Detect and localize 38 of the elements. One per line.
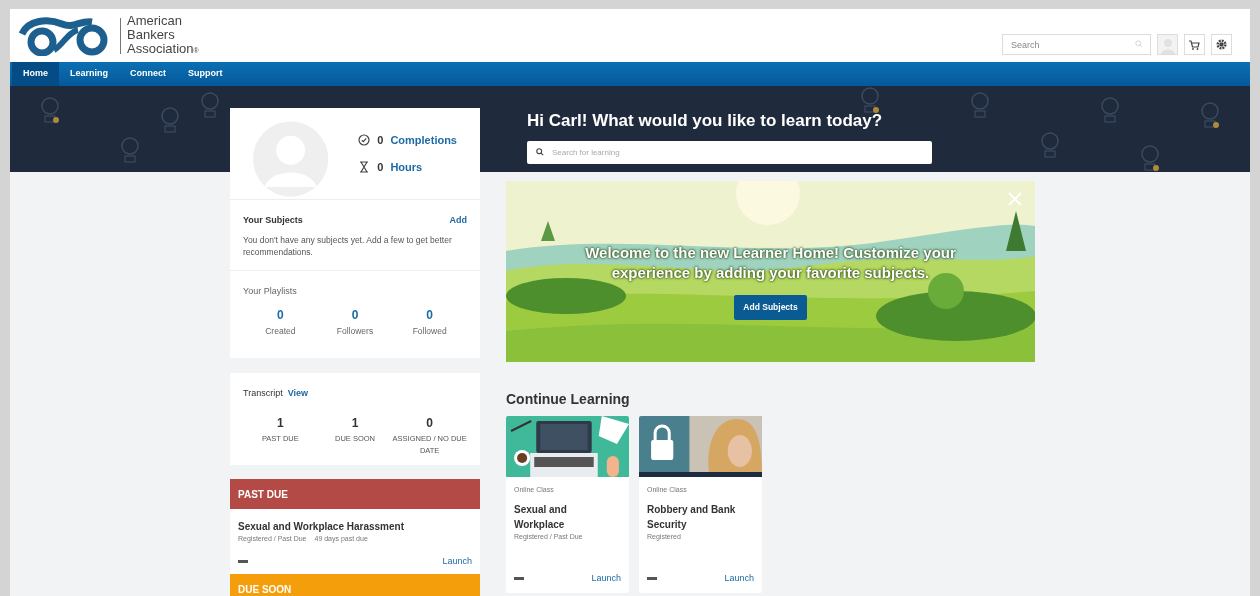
stat-link[interactable]: Completions [390,132,457,149]
add-link[interactable]: Add [449,214,467,228]
section-title: Transcript [243,386,283,400]
stat-value: 0 [377,133,384,148]
count-value: 1 [277,415,284,433]
stat-value: 0 [377,159,384,175]
view-link[interactable]: View [287,386,309,401]
count-label: Followers [336,325,374,338]
continue-learning-title: Continue Learning [506,390,631,409]
learning-search-field[interactable]: Search for learning [527,140,932,164]
logo-text: American [127,13,183,28]
count-value: 0 [426,415,433,433]
count-label: Followed [412,325,447,338]
greeting-title: Hi Carl! What would you like to learn today? [527,110,884,132]
count-value: 0 [351,307,359,324]
subjects-message: You don't have any subjects yet. Add a few to get better recommendations. [243,233,453,258]
launch-link[interactable]: Launch [442,554,472,569]
section-header-title: DUE SOON [238,582,292,596]
course-title: Sexual and Workplace [514,502,568,532]
count-value: 1 [351,415,359,433]
launch-link[interactable]: Launch [591,571,621,585]
course-title: Robbery and Bank Security [647,502,737,532]
section-header-title: PAST DUE [238,487,288,502]
nav-tab[interactable]: Learning [59,62,120,86]
nav-tab[interactable]: Connect [119,62,178,86]
add-subjects-button[interactable]: Add Subjects [734,295,807,320]
section-title: Your Subjects [243,214,303,227]
stat-link[interactable]: Hours [390,158,423,175]
item-title: Sexual and Workplace Harassment [238,520,405,535]
search-field[interactable]: Search [1002,34,1151,55]
count-value: 0 [426,307,433,324]
nav-tab[interactable]: Home [12,62,59,86]
section-title: Your Playlists [243,284,298,298]
logo-text: Bankers [127,27,176,42]
count-value: 0 [277,307,284,324]
launch-link[interactable]: Launch [724,571,754,585]
count-label: Created [265,325,296,338]
nav-tab[interactable]: Support [177,62,234,86]
